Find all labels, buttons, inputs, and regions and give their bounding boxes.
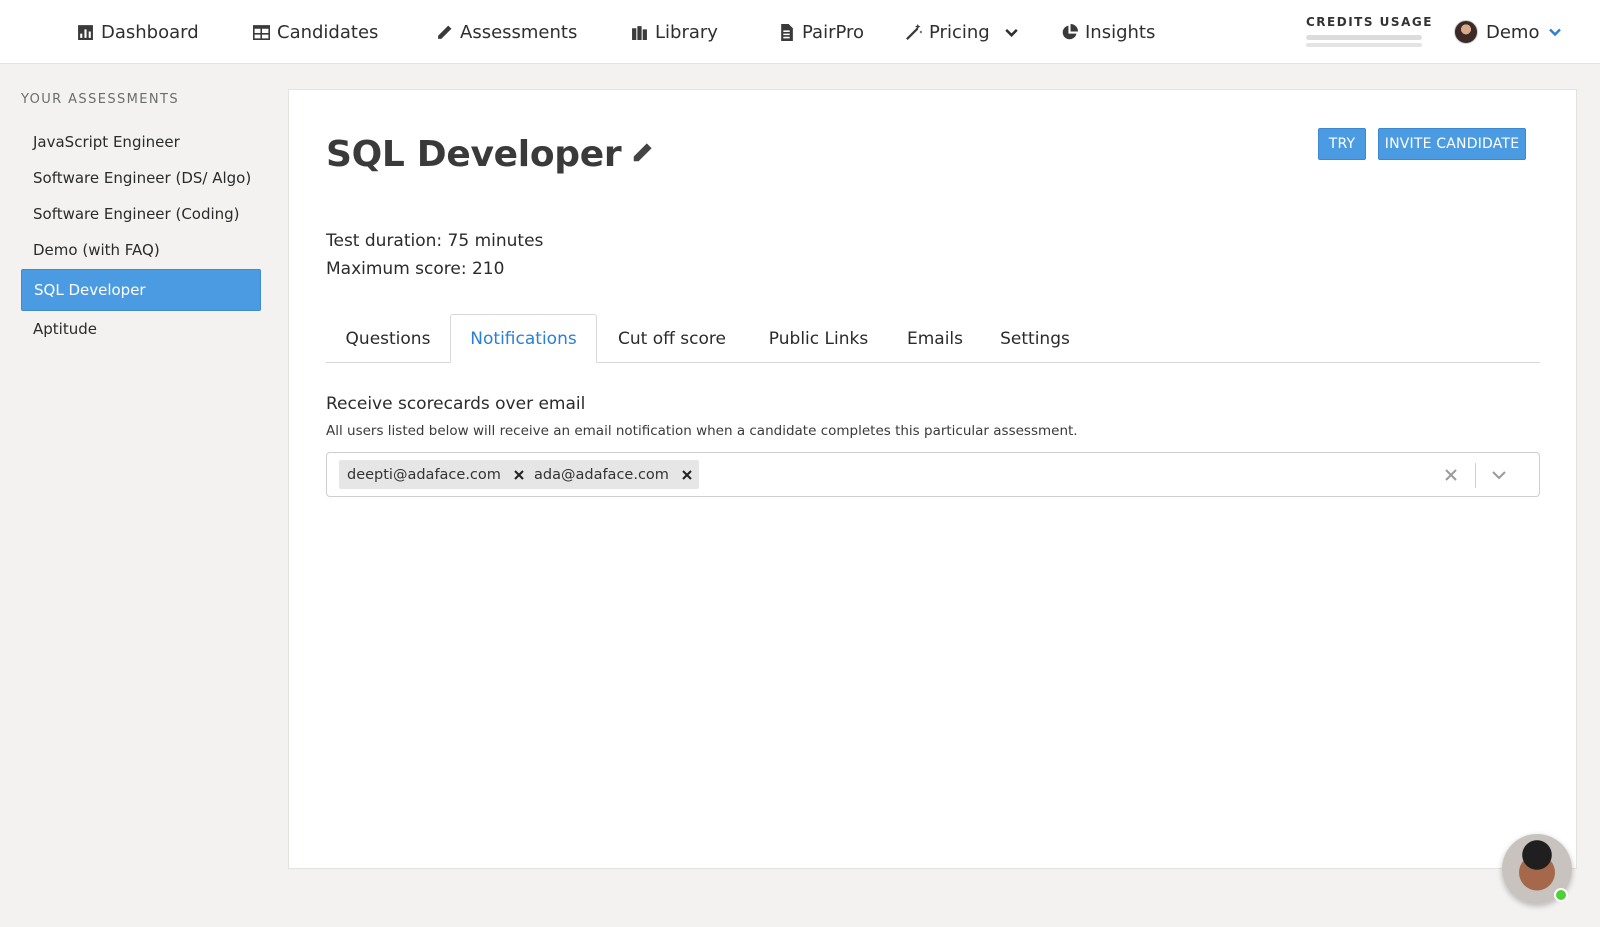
notifications-title: Receive scorecards over email [326, 394, 586, 414]
nav-library-label: Library [655, 21, 718, 43]
online-status-indicator [1554, 888, 1568, 902]
nav-dashboard[interactable]: Dashboard [77, 18, 199, 46]
tab-questions[interactable]: Questions [326, 314, 450, 363]
notifications-description: All users listed below will receive an e… [326, 423, 1078, 439]
chevron-down-icon [1004, 28, 1018, 37]
credits-usage-bar [1306, 35, 1422, 40]
recipient-email: deepti@adaface.com [347, 466, 501, 483]
credits-usage-bar-track [1306, 43, 1422, 47]
sidebar-item-label: Software Engineer (Coding) [33, 205, 240, 223]
chevron-down-icon [1549, 28, 1562, 37]
close-icon [682, 469, 692, 480]
remove-recipient-button[interactable] [675, 460, 699, 489]
nav-assessments[interactable]: Assessments [436, 18, 577, 46]
avatar [1454, 20, 1478, 44]
nav-assessments-label: Assessments [460, 21, 578, 43]
sidebar-item-demo-with-faq[interactable]: Demo (with FAQ) [21, 229, 261, 271]
user-name: Demo [1486, 21, 1540, 43]
dropdown-toggle[interactable] [1489, 465, 1511, 487]
recipients-select[interactable]: deepti@adaface.com ada@adaface.com [326, 452, 1540, 497]
assessment-card: SQL Developer TRY INVITE CANDIDATE Test … [288, 89, 1577, 869]
nav-pairpro[interactable]: PairPro [778, 18, 864, 46]
page-title: SQL Developer [326, 134, 622, 175]
pencil-icon [438, 25, 452, 39]
tab-emails[interactable]: Emails [890, 314, 980, 363]
sidebar-item-label: JavaScript Engineer [33, 133, 180, 151]
bar-chart-icon [78, 24, 93, 40]
sidebar: YOUR ASSESSMENTS JavaScript Engineer Sof… [0, 64, 280, 927]
page-footer-area [0, 869, 1600, 927]
tab-settings[interactable]: Settings [980, 314, 1090, 363]
pencil-icon [634, 142, 652, 161]
credits-usage[interactable]: CREDITS USAGE [1306, 15, 1433, 47]
tab-cut-off-score[interactable]: Cut off score [597, 314, 747, 363]
tab-bar: Questions Notifications Cut off score Pu… [326, 314, 1540, 363]
maximum-score: Maximum score: 210 [326, 259, 505, 279]
recipient-chip: deepti@adaface.com [339, 460, 531, 489]
nav-library[interactable]: Library [631, 18, 718, 46]
file-icon [781, 23, 793, 41]
close-icon [514, 469, 524, 480]
magic-wand-icon [906, 23, 922, 40]
select-separator [1475, 463, 1476, 488]
nav-dashboard-label: Dashboard [101, 21, 199, 43]
tab-notifications[interactable]: Notifications [450, 314, 597, 363]
edit-title-icon[interactable] [631, 142, 653, 168]
sidebar-item-sql-developer[interactable]: SQL Developer [21, 269, 261, 311]
nav-pricing-label: Pricing [929, 21, 990, 43]
try-button[interactable]: TRY [1318, 128, 1366, 160]
tab-public-links[interactable]: Public Links [747, 314, 890, 363]
invite-candidate-button[interactable]: INVITE CANDIDATE [1378, 128, 1526, 160]
chat-support-avatar[interactable] [1502, 834, 1572, 904]
top-navigation: Dashboard Candidates Assessments Library… [0, 0, 1600, 64]
sidebar-item-label: Software Engineer (DS/ Algo) [33, 169, 252, 187]
nav-pricing[interactable]: Pricing [905, 18, 1020, 46]
user-menu[interactable]: Demo [1454, 18, 1563, 46]
recipient-email: ada@adaface.com [534, 466, 669, 483]
recipient-chip: ada@adaface.com [526, 460, 699, 489]
test-duration: Test duration: 75 minutes [326, 231, 544, 251]
pie-chart-icon [1062, 23, 1078, 39]
credits-usage-label: CREDITS USAGE [1306, 15, 1433, 29]
table-icon [253, 24, 270, 40]
nav-insights[interactable]: Insights [1061, 18, 1155, 46]
nav-insights-label: Insights [1085, 21, 1156, 43]
close-icon [1445, 469, 1457, 481]
books-icon [632, 25, 647, 40]
nav-candidates[interactable]: Candidates [253, 18, 378, 46]
sidebar-item-label: Aptitude [33, 320, 97, 338]
title-row: SQL Developer [326, 134, 653, 175]
nav-pairpro-label: PairPro [802, 21, 865, 43]
clear-all-button[interactable] [1443, 467, 1459, 483]
chevron-down-icon [1492, 471, 1506, 480]
sidebar-item-aptitude[interactable]: Aptitude [21, 308, 261, 350]
nav-candidates-label: Candidates [277, 21, 379, 43]
sidebar-item-label: Demo (with FAQ) [33, 241, 160, 259]
sidebar-item-label: SQL Developer [34, 281, 146, 299]
sidebar-heading: YOUR ASSESSMENTS [21, 92, 180, 107]
